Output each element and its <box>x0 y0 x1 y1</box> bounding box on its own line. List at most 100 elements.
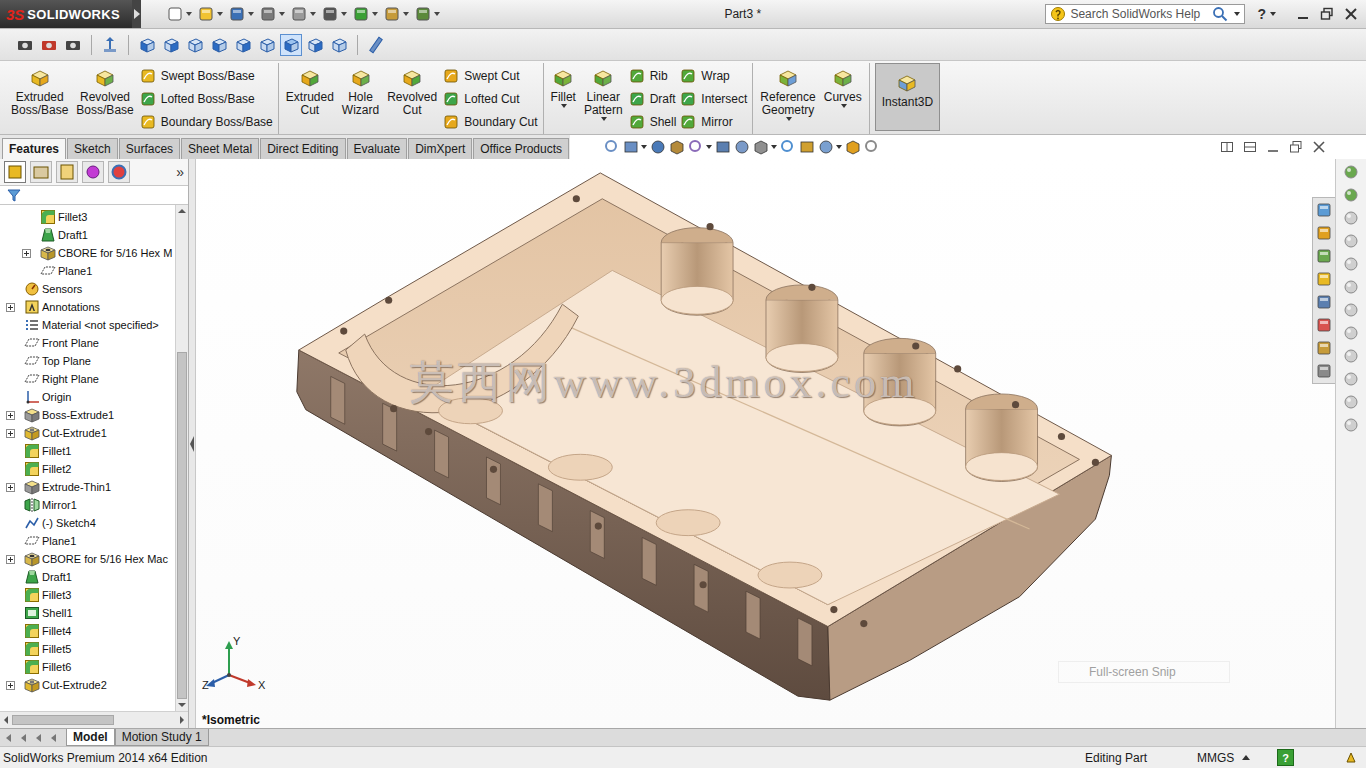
tree-item[interactable]: Draft1 <box>0 226 175 244</box>
view-tool-button[interactable] <box>650 139 666 155</box>
dropdown-arrow-icon[interactable] <box>786 117 792 121</box>
task-pane-tab[interactable] <box>1315 247 1333 265</box>
more-panels-button[interactable]: » <box>176 164 184 180</box>
command-button[interactable]: Instant3D <box>875 63 940 131</box>
tab-scroll-icon[interactable] <box>21 734 26 742</box>
quick-tool-button[interactable] <box>384 6 409 22</box>
command-button[interactable]: Boundary Cut <box>443 110 537 133</box>
standard-view-button[interactable] <box>160 34 182 56</box>
command-button[interactable]: Extruded Cut <box>284 63 336 125</box>
command-button[interactable]: Draft <box>629 87 677 110</box>
standard-view-button[interactable] <box>256 34 278 56</box>
side-tool-button[interactable] <box>1342 347 1360 365</box>
view-tool-button[interactable] <box>753 139 777 155</box>
view-tool-button[interactable] <box>604 139 620 155</box>
restore-icon[interactable] <box>1320 7 1334 21</box>
quick-tips-button[interactable]: ? <box>1277 749 1294 766</box>
tree-item[interactable]: Top Plane <box>0 352 175 370</box>
view-tool-button[interactable] <box>864 139 880 155</box>
tree-item[interactable]: Front Plane <box>0 334 175 352</box>
standard-view-button[interactable] <box>208 34 230 56</box>
close-icon[interactable] <box>1312 140 1326 154</box>
side-tool-button[interactable] <box>1342 186 1360 204</box>
view-tool-button[interactable] <box>734 139 750 155</box>
units-selector[interactable]: MMGS <box>1197 751 1269 765</box>
panel-tab[interactable] <box>30 161 52 183</box>
dropdown-arrow-icon[interactable] <box>601 117 607 121</box>
view-tool-button[interactable] <box>818 139 842 155</box>
model-tab[interactable]: Model <box>66 729 115 746</box>
model-tab[interactable]: Motion Study 1 <box>115 729 209 746</box>
side-tool-button[interactable] <box>1342 209 1360 227</box>
command-button[interactable]: Hole Wizard <box>340 63 381 125</box>
tree-item[interactable]: Boss-Extrude1 <box>0 406 175 424</box>
view-tool-button[interactable] <box>780 139 796 155</box>
command-tab[interactable]: Office Products <box>473 138 569 159</box>
app-logo[interactable]: 3SSOLIDWORKS <box>0 0 132 28</box>
side-tool-button[interactable] <box>1342 416 1360 434</box>
command-tab[interactable]: Direct Editing <box>260 138 345 159</box>
tree-item[interactable]: Fillet6 <box>0 658 175 676</box>
command-button[interactable]: Curves <box>822 63 864 125</box>
tree-item[interactable]: Cut-Extrude1 <box>0 424 175 442</box>
expand-icon[interactable] <box>6 411 15 420</box>
help-search-field[interactable]: Search SolidWorks Help <box>1045 4 1245 24</box>
side-tool-button[interactable] <box>1342 301 1360 319</box>
command-button[interactable]: Revolved Boss/Base <box>74 63 135 125</box>
side-tool-button[interactable] <box>1342 278 1360 296</box>
tree-item[interactable]: Fillet4 <box>0 622 175 640</box>
tab-scroll-icon[interactable] <box>36 734 41 742</box>
tree-item[interactable]: Right Plane <box>0 370 175 388</box>
split-icon[interactable] <box>1220 140 1234 154</box>
task-pane-tab[interactable] <box>1315 362 1333 380</box>
view-tool-button[interactable] <box>688 139 712 155</box>
command-button[interactable]: Extruded Boss/Base <box>9 63 70 125</box>
minimize-icon[interactable] <box>1266 140 1280 154</box>
command-tab[interactable]: Sketch <box>67 138 118 159</box>
standard-view-button[interactable] <box>280 34 302 56</box>
task-pane-tab[interactable] <box>1315 293 1333 311</box>
side-tool-button[interactable] <box>1342 255 1360 273</box>
toolbar-button[interactable] <box>38 34 60 56</box>
expand-icon[interactable] <box>6 429 15 438</box>
help-button[interactable]: ? <box>1257 6 1276 22</box>
view-tool-button[interactable] <box>669 139 685 155</box>
command-button[interactable]: Linear Pattern <box>582 63 625 125</box>
command-tab[interactable]: DimXpert <box>408 138 472 159</box>
quick-tool-button[interactable] <box>415 6 440 22</box>
quick-tool-button[interactable] <box>260 6 285 22</box>
view-tool-button[interactable] <box>623 139 647 155</box>
standard-view-button[interactable] <box>304 34 326 56</box>
menu-flyout-icon[interactable] <box>132 0 141 28</box>
panel-tab[interactable] <box>4 161 26 183</box>
tree-item[interactable]: Plane1 <box>0 532 175 550</box>
part-model[interactable] <box>196 159 1335 728</box>
quick-tool-button[interactable] <box>229 6 254 22</box>
tree-vertical-scrollbar[interactable] <box>175 205 188 711</box>
minimize-icon[interactable] <box>1296 7 1310 21</box>
scroll-thumb[interactable] <box>12 715 114 725</box>
command-tab[interactable]: Surfaces <box>119 138 180 159</box>
tree-item[interactable]: Annotations <box>0 298 175 316</box>
quick-tool-button[interactable] <box>167 6 192 22</box>
command-button[interactable]: Boundary Boss/Base <box>140 110 273 133</box>
command-button[interactable]: Wrap <box>680 64 747 87</box>
tree-item[interactable]: Fillet1 <box>0 442 175 460</box>
standard-view-button[interactable] <box>184 34 206 56</box>
command-tab[interactable]: Evaluate <box>347 138 408 159</box>
panel-splitter[interactable] <box>189 159 196 728</box>
tree-item[interactable]: Plane1 <box>0 262 175 280</box>
standard-view-button[interactable] <box>328 34 350 56</box>
standard-view-button[interactable] <box>136 34 158 56</box>
tree-horizontal-scrollbar[interactable] <box>0 711 188 728</box>
expand-icon[interactable] <box>6 303 15 312</box>
tree-item[interactable]: Sensors <box>0 280 175 298</box>
scroll-left-icon[interactable] <box>0 714 12 726</box>
dropdown-arrow-icon[interactable] <box>841 104 847 108</box>
tree-item[interactable]: Extrude-Thin1 <box>0 478 175 496</box>
tree-item[interactable]: Fillet2 <box>0 460 175 478</box>
task-pane-tab[interactable] <box>1315 270 1333 288</box>
tree-item[interactable]: Cut-Extrude2 <box>0 676 175 694</box>
tree-item[interactable]: Mirror1 <box>0 496 175 514</box>
expand-icon[interactable] <box>6 555 15 564</box>
